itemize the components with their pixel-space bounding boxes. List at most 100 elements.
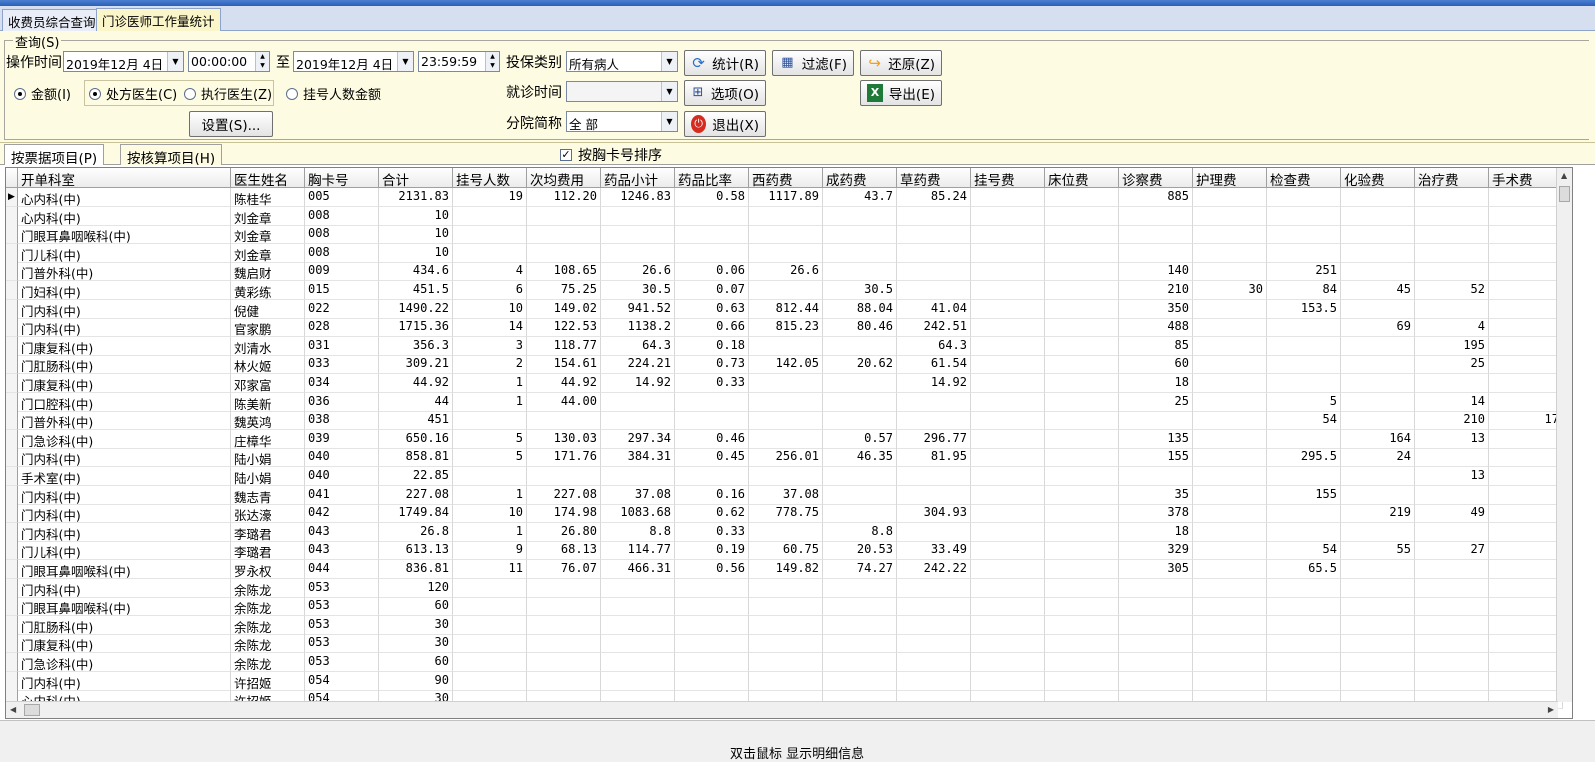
table-cell[interactable] (1415, 225, 1489, 245)
row-indicator[interactable] (6, 485, 18, 505)
chevron-down-icon[interactable]: ▼ (661, 52, 677, 71)
table-cell[interactable] (971, 374, 1045, 393)
table-cell[interactable]: 20.62 (823, 355, 897, 375)
table-cell[interactable] (1193, 429, 1267, 449)
table-cell[interactable] (1267, 225, 1341, 245)
branch-select[interactable]: 全 部 ▼ (566, 111, 678, 132)
table-cell[interactable]: 黄彩练 (231, 281, 305, 300)
table-cell[interactable]: 37.08 (749, 485, 823, 505)
table-cell[interactable] (1489, 299, 1563, 319)
table-cell[interactable]: 054 (305, 671, 379, 691)
table-row[interactable]: 门眼耳鼻咽喉科(中) 余陈龙 053 60 (6, 597, 1563, 617)
table-cell[interactable]: 0.06 (675, 262, 749, 282)
table-cell[interactable] (1193, 318, 1267, 338)
table-cell[interactable] (453, 578, 527, 598)
table-cell[interactable] (1045, 336, 1119, 356)
table-cell[interactable]: 门儿科(中) (18, 243, 231, 263)
table-cell[interactable]: 30 (1193, 281, 1267, 300)
table-cell[interactable] (453, 225, 527, 245)
table-cell[interactable]: 门内科(中) (18, 578, 231, 598)
table-cell[interactable] (823, 374, 897, 393)
table-cell[interactable]: 028 (305, 318, 379, 338)
table-cell[interactable] (1489, 597, 1563, 617)
table-cell[interactable]: 120 (379, 578, 453, 598)
table-cell[interactable] (1193, 671, 1267, 691)
table-cell[interactable]: 25 (1415, 355, 1489, 375)
row-indicator[interactable] (6, 634, 18, 654)
table-row[interactable]: 门内科(中) 陆小娟 040 858.81 5 171.76 384.31 0.45 256.0… (6, 448, 1563, 468)
table-cell[interactable] (527, 671, 601, 691)
row-indicator[interactable] (6, 653, 18, 672)
table-cell[interactable] (823, 411, 897, 431)
table-cell[interactable]: 227.08 (379, 485, 453, 505)
column-header[interactable]: 挂号人数 (453, 168, 527, 188)
table-cell[interactable]: 55 (1341, 541, 1415, 561)
table-cell[interactable] (823, 634, 897, 654)
table-cell[interactable]: 451 (379, 411, 453, 431)
table-cell[interactable] (1045, 485, 1119, 505)
table-cell[interactable]: 149.02 (527, 299, 601, 319)
table-cell[interactable]: 154.61 (527, 355, 601, 375)
table-cell[interactable]: 040 (305, 448, 379, 468)
table-cell[interactable] (1489, 671, 1563, 691)
table-cell[interactable]: 10 (453, 504, 527, 524)
table-cell[interactable]: 0.58 (675, 188, 749, 207)
table-cell[interactable] (1489, 262, 1563, 282)
table-cell[interactable] (1267, 634, 1341, 654)
table-row[interactable]: 门妇科(中) 黄彩练 015 451.5 6 75.25 30.5 0.07 30.5 210 30… (6, 281, 1563, 300)
table-cell[interactable] (1119, 411, 1193, 431)
table-cell[interactable] (1193, 411, 1267, 431)
table-cell[interactable]: 0.63 (675, 299, 749, 319)
table-cell[interactable]: 54 (1267, 541, 1341, 561)
table-cell[interactable] (971, 355, 1045, 375)
table-cell[interactable] (823, 243, 897, 263)
table-cell[interactable]: 0.56 (675, 560, 749, 579)
table-cell[interactable] (1119, 634, 1193, 654)
table-cell[interactable]: 5 (453, 448, 527, 468)
table-cell[interactable] (1489, 392, 1563, 412)
table-cell[interactable] (1489, 429, 1563, 449)
table-cell[interactable]: 44.92 (379, 374, 453, 393)
table-cell[interactable]: 1 (453, 485, 527, 505)
row-indicator[interactable] (6, 299, 18, 319)
table-cell[interactable]: 008 (305, 225, 379, 245)
radio-amount[interactable]: 金额(I) (14, 84, 71, 103)
table-cell[interactable]: 26.8 (379, 522, 453, 542)
table-cell[interactable]: 46.35 (823, 448, 897, 468)
table-cell[interactable]: 30.5 (823, 281, 897, 300)
row-indicator[interactable] (6, 671, 18, 691)
table-cell[interactable]: 108.65 (527, 262, 601, 282)
table-cell[interactable] (749, 597, 823, 617)
table-cell[interactable] (971, 560, 1045, 579)
column-header[interactable]: 草药费 (897, 168, 971, 188)
table-cell[interactable]: 门口腔科(中) (18, 392, 231, 412)
table-cell[interactable]: 门普外科(中) (18, 411, 231, 431)
table-cell[interactable]: 余陈龙 (231, 597, 305, 617)
date-to-picker[interactable]: 2019年12月 4日 ▼ (293, 51, 414, 72)
table-cell[interactable] (1341, 597, 1415, 617)
column-header[interactable]: 检查费 (1267, 168, 1341, 188)
table-cell[interactable] (749, 522, 823, 542)
table-cell[interactable] (1341, 262, 1415, 282)
table-cell[interactable]: 门内科(中) (18, 448, 231, 468)
table-cell[interactable]: 10 (379, 206, 453, 226)
table-cell[interactable] (675, 578, 749, 598)
table-cell[interactable] (897, 392, 971, 412)
table-cell[interactable] (1415, 448, 1489, 468)
table-cell[interactable]: 041 (305, 485, 379, 505)
table-cell[interactable]: 许招姬 (231, 671, 305, 691)
table-cell[interactable] (971, 485, 1045, 505)
table-cell[interactable] (1193, 541, 1267, 561)
table-cell[interactable] (1119, 467, 1193, 486)
table-cell[interactable]: 25 (1119, 392, 1193, 412)
table-cell[interactable]: 4 (1415, 318, 1489, 338)
table-cell[interactable]: 038 (305, 411, 379, 431)
table-cell[interactable]: 009 (305, 262, 379, 282)
table-row[interactable]: 门内科(中) 魏志青 041 227.08 1 227.08 37.08 0.16 37.08 3… (6, 485, 1563, 505)
table-cell[interactable]: 941.52 (601, 299, 675, 319)
radio-rx-doctor[interactable]: 处方医生(C) (89, 84, 177, 103)
table-cell[interactable] (897, 467, 971, 486)
table-cell[interactable]: 122.53 (527, 318, 601, 338)
table-cell[interactable]: 60 (1119, 355, 1193, 375)
table-cell[interactable]: 64.3 (601, 336, 675, 356)
